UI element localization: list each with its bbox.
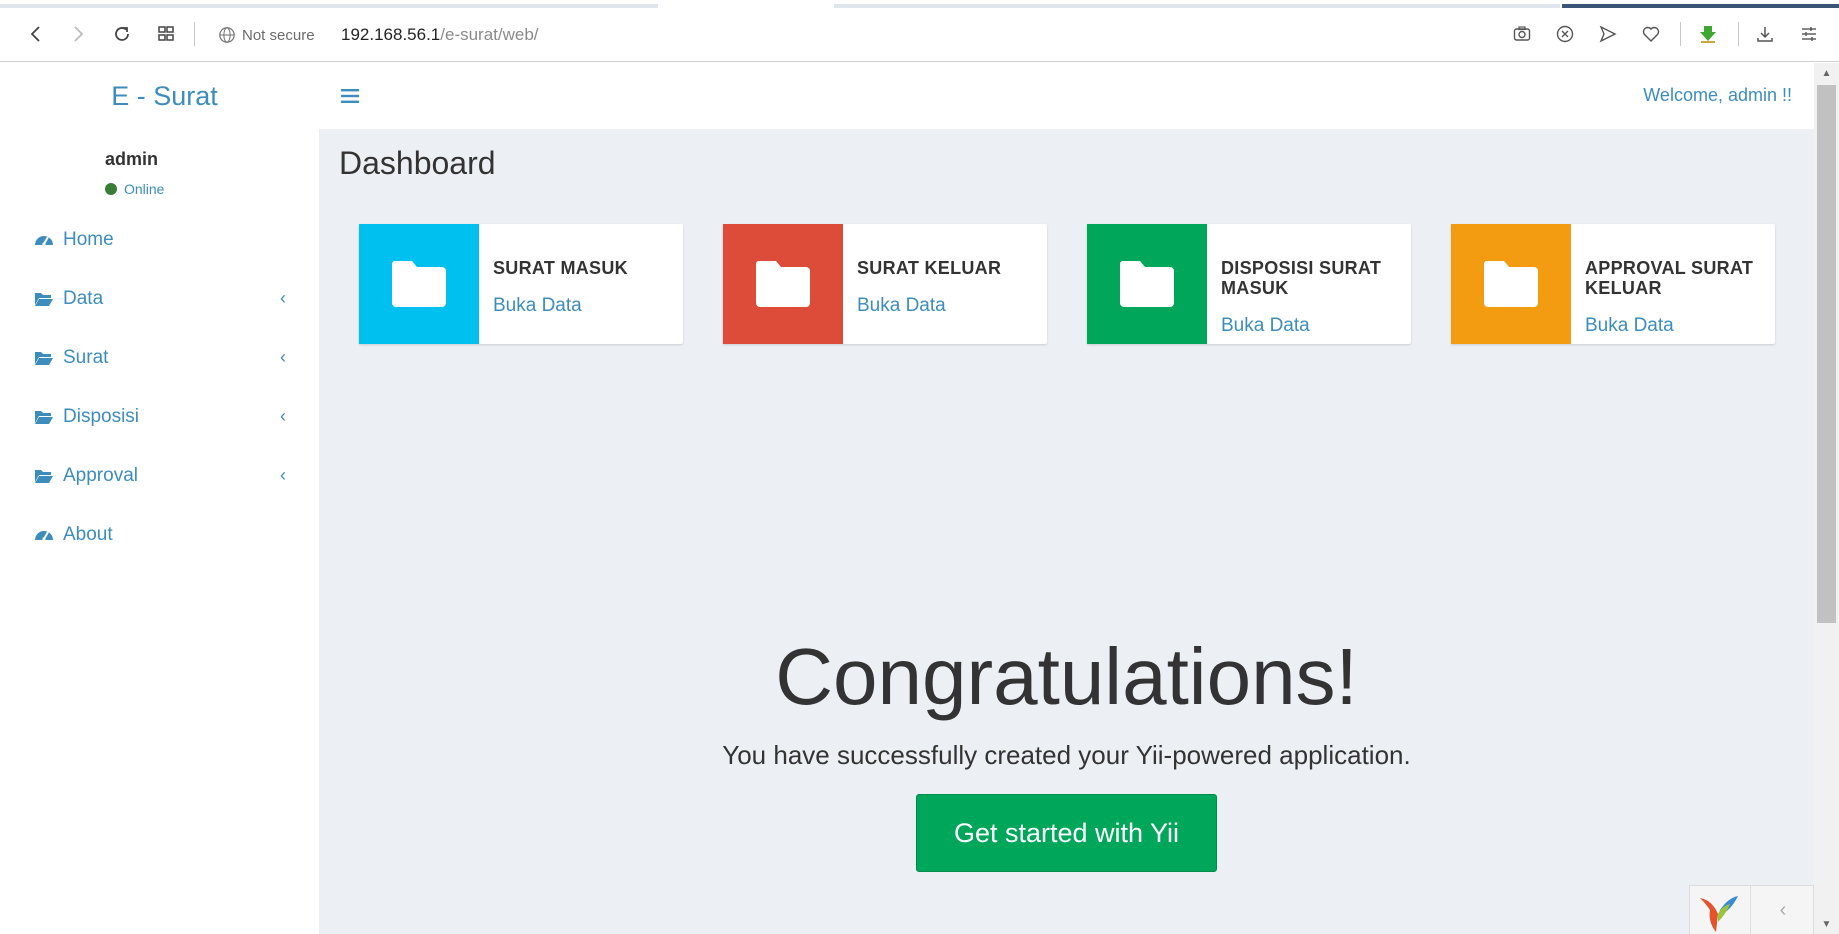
info-box-approval-surat-keluar: APPROVAL SURAT KELUAR Buka Data: [1451, 224, 1775, 344]
tabs-grid-icon[interactable]: [150, 18, 182, 50]
get-started-button[interactable]: Get started with Yii: [916, 794, 1217, 872]
toolbar-divider: [1680, 22, 1681, 46]
info-box-title: DISPOSISI SURAT MASUK: [1221, 258, 1382, 298]
security-label: Not secure: [242, 26, 315, 44]
download-extension-icon[interactable]: [1692, 18, 1724, 50]
folder-icon: [359, 224, 479, 344]
sidebar-item-label: Surat: [63, 347, 109, 368]
send-icon[interactable]: [1592, 18, 1624, 50]
back-icon[interactable]: [20, 18, 52, 50]
settings-sliders-icon[interactable]: [1793, 18, 1825, 50]
main-content: Dashboard SURAT MASUK Buka Data SURAT KE…: [319, 129, 1814, 934]
toolbar-divider: [1750, 886, 1751, 934]
globe-icon: [219, 27, 235, 43]
web-page: E - Surat admin Online Home Data ‹ Surat…: [0, 63, 1839, 934]
folder-open-icon: [32, 346, 56, 370]
address-bar[interactable]: 192.168.56.1/e-surat/web/: [341, 25, 539, 45]
toolbar-divider: [1738, 22, 1739, 46]
site-info[interactable]: Not secure: [218, 24, 315, 46]
open-data-link[interactable]: Buka Data: [1585, 315, 1674, 337]
chevron-left-icon[interactable]: ‹: [280, 347, 286, 368]
yii-debug-toolbar[interactable]: ‹: [1689, 885, 1814, 934]
sidebar: E - Surat admin Online Home Data ‹ Surat…: [10, 63, 319, 934]
dashboard-icon: [32, 228, 56, 252]
chevron-left-icon[interactable]: ‹: [280, 465, 286, 486]
heart-icon[interactable]: [1635, 18, 1667, 50]
jumbotron-title: Congratulations!: [775, 632, 1358, 721]
welcome-message[interactable]: Welcome, admin !!: [1643, 85, 1792, 106]
sidebar-item-about[interactable]: About: [10, 510, 319, 560]
yii-logo-icon[interactable]: [1696, 892, 1742, 934]
sidebar-item-approval[interactable]: Approval ‹: [10, 451, 319, 501]
menu-toggle-icon[interactable]: [335, 81, 365, 111]
sidebar-item-disposisi[interactable]: Disposisi ‹: [10, 392, 319, 442]
sidebar-item-data[interactable]: Data ‹: [10, 274, 319, 324]
scroll-down-arrow-icon[interactable]: ▼: [1814, 914, 1839, 934]
user-status-label: Online: [124, 181, 165, 197]
top-navbar: Welcome, admin !!: [319, 63, 1814, 129]
folder-icon: [1087, 224, 1207, 344]
info-box-surat-keluar: SURAT KELUAR Buka Data: [723, 224, 1047, 344]
scroll-up-arrow-icon[interactable]: ▲: [1814, 63, 1839, 83]
scrollbar-thumb[interactable]: [1817, 85, 1836, 623]
info-box-title: APPROVAL SURAT KELUAR: [1585, 258, 1754, 298]
app-brand[interactable]: E - Surat: [10, 63, 319, 129]
browser-tab-strip: [0, 0, 1839, 9]
open-data-link[interactable]: Buka Data: [857, 295, 946, 317]
open-data-link[interactable]: Buka Data: [1221, 315, 1310, 337]
sidebar-item-label: About: [63, 524, 113, 545]
camera-icon[interactable]: [1506, 18, 1538, 50]
reload-icon[interactable]: [106, 18, 138, 50]
sidebar-item-label: Approval: [63, 465, 138, 486]
sidebar-item-surat[interactable]: Surat ‹: [10, 333, 319, 383]
browser-toolbar: Not secure 192.168.56.1/e-surat/web/: [0, 8, 1839, 62]
open-data-link[interactable]: Buka Data: [493, 295, 582, 317]
jumbotron-lead: You have successfully created your Yii-p…: [722, 740, 1411, 770]
downloads-icon[interactable]: [1749, 18, 1781, 50]
toolbar-divider: [194, 22, 195, 46]
chevron-left-icon[interactable]: ‹: [280, 288, 286, 309]
folder-open-icon: [32, 287, 56, 311]
folder-icon: [723, 224, 843, 344]
forward-icon[interactable]: [62, 18, 94, 50]
sidebar-item-label: Home: [63, 229, 114, 250]
collapse-toolbar-icon[interactable]: ‹: [1768, 898, 1798, 922]
page-title: Dashboard: [339, 145, 496, 181]
page-scrollbar[interactable]: ▲ ▼: [1814, 63, 1839, 934]
sidebar-item-label: Disposisi: [63, 406, 140, 427]
chevron-left-icon[interactable]: ‹: [280, 406, 286, 427]
info-box-disposisi-surat-masuk: DISPOSISI SURAT MASUK Buka Data: [1087, 224, 1411, 344]
online-dot-icon: [105, 183, 117, 195]
sidebar-item-home[interactable]: Home: [10, 215, 319, 265]
url-path: /e-surat/web/: [440, 25, 539, 44]
info-box-title: SURAT MASUK: [493, 258, 628, 278]
info-box-title: SURAT KELUAR: [857, 258, 1002, 278]
folder-open-icon: [32, 405, 56, 429]
url-host: 192.168.56.1: [341, 25, 441, 44]
user-status: Online: [105, 181, 164, 197]
folder-icon: [1451, 224, 1571, 344]
block-icon[interactable]: [1549, 18, 1581, 50]
user-name: admin: [105, 149, 159, 169]
folder-open-icon: [32, 464, 56, 488]
sidebar-item-label: Data: [63, 288, 104, 309]
dashboard-icon: [32, 523, 56, 547]
info-box-surat-masuk: SURAT MASUK Buka Data: [359, 224, 683, 344]
